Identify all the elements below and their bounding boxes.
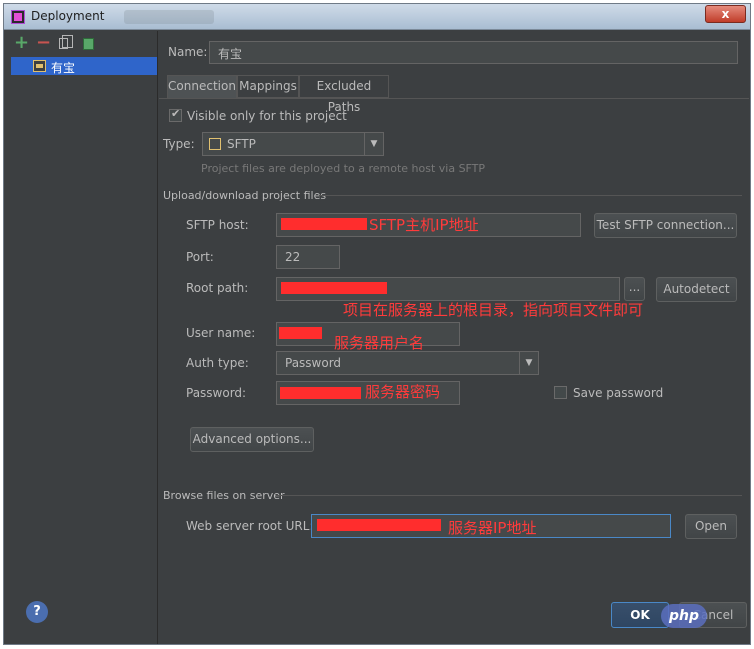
name-label: Name: — [168, 45, 208, 59]
php-watermark: php — [661, 604, 707, 628]
help-button[interactable]: ? — [26, 601, 48, 623]
sftp-icon — [209, 138, 221, 150]
password-label: Password: — [186, 386, 247, 400]
type-label: Type: — [163, 137, 195, 151]
sftp-host-label: SFTP host: — [186, 218, 249, 232]
upload-section-title: Upload/download project files — [163, 189, 327, 202]
blurred-title-area — [124, 10, 214, 24]
type-select[interactable]: SFTP ▼ — [202, 132, 384, 156]
redaction-mark — [281, 218, 367, 230]
port-label: Port: — [186, 250, 214, 264]
type-value: SFTP — [227, 137, 256, 151]
tab-divider — [159, 98, 749, 99]
visible-only-label: Visible only for this project — [187, 109, 347, 123]
auth-type-label: Auth type: — [186, 356, 249, 370]
title-bar: Deployment x — [4, 4, 750, 30]
root-path-annotation: 项目在服务器上的根目录，指向项目文件即可 — [343, 301, 644, 319]
tab-excluded-paths[interactable]: Excluded Paths — [299, 75, 389, 114]
redaction-mark — [279, 327, 322, 339]
user-name-annotation: 服务器用户名 — [334, 334, 425, 352]
redaction-mark — [317, 519, 441, 531]
close-button[interactable]: x — [705, 5, 746, 23]
visible-only-checkbox[interactable] — [169, 107, 182, 122]
server-list-panel: + − 有宝 ? — [4, 31, 158, 644]
browse-root-path-button[interactable]: ... — [624, 277, 645, 301]
password-annotation: 服务器密码 — [365, 383, 441, 401]
remove-server-icon[interactable]: − — [36, 34, 51, 52]
browse-section-title: Browse files on server — [163, 489, 285, 502]
open-button[interactable]: Open — [685, 514, 737, 539]
auth-type-value: Password — [285, 356, 342, 370]
chevron-down-icon: ▼ — [519, 352, 538, 374]
root-path-label: Root path: — [186, 281, 249, 295]
user-name-label: User name: — [186, 326, 256, 340]
name-field[interactable]: 有宝 — [209, 41, 738, 64]
server-list-item[interactable]: 有宝 — [11, 57, 157, 75]
web-root-annotation: 服务器IP地址 — [448, 519, 537, 537]
upload-section-divider — [319, 195, 742, 196]
window-title: Deployment — [31, 9, 105, 23]
advanced-options-button[interactable]: Advanced options... — [190, 427, 314, 452]
tab-connection[interactable]: Connection — [167, 75, 237, 99]
redaction-mark — [281, 282, 387, 294]
app-icon — [11, 10, 25, 24]
autodetect-button[interactable]: Autodetect — [656, 277, 737, 302]
chevron-down-icon: ▼ — [364, 133, 383, 155]
set-default-icon[interactable] — [83, 38, 94, 50]
tab-mappings[interactable]: Mappings — [237, 75, 299, 98]
web-root-label: Web server root URL: — [186, 519, 314, 533]
browse-section-divider — [276, 495, 742, 496]
auth-type-select[interactable]: Password ▼ — [276, 351, 539, 375]
test-connection-button[interactable]: Test SFTP connection... — [594, 213, 737, 238]
type-hint: Project files are deployed to a remote h… — [201, 162, 486, 175]
port-field[interactable]: 22 — [276, 245, 340, 269]
sftp-server-icon — [33, 60, 46, 72]
save-password-checkbox[interactable] — [554, 386, 567, 399]
add-server-icon[interactable]: + — [14, 34, 29, 52]
server-item-label: 有宝 — [51, 61, 76, 75]
save-password-label: Save password — [573, 386, 664, 400]
deployment-dialog: Deployment x + − 有宝 ? Name: 有宝 Connectio… — [3, 3, 751, 645]
redaction-mark — [280, 387, 361, 399]
copy-server-icon[interactable] — [59, 35, 73, 49]
sftp-host-annotation: SFTP主机IP地址 — [369, 216, 479, 234]
